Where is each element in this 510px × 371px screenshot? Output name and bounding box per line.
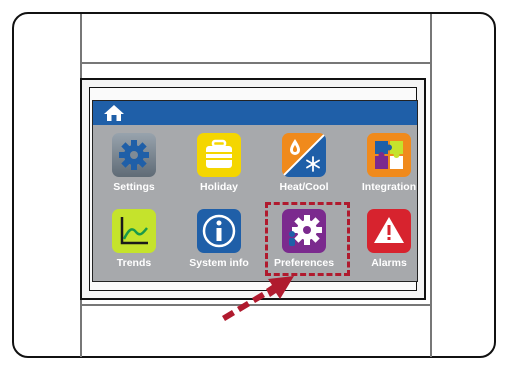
system-info-tile[interactable] xyxy=(197,209,241,253)
preferences-highlight-box xyxy=(265,202,350,276)
puzzle-icon xyxy=(375,141,403,169)
panel-edge-top xyxy=(80,62,432,64)
integration-tile[interactable] xyxy=(367,133,411,177)
top-bar xyxy=(93,101,417,125)
gear-icon xyxy=(119,140,149,170)
trends-tile[interactable] xyxy=(112,209,156,253)
pointer-arrow-icon xyxy=(222,276,294,321)
home-icon[interactable] xyxy=(103,104,125,122)
holiday-label: Holiday xyxy=(200,181,238,193)
alarms-tile[interactable] xyxy=(367,209,411,253)
info-icon xyxy=(202,214,236,248)
alarms-label: Alarms xyxy=(371,257,407,269)
trends-label: Trends xyxy=(116,257,152,269)
panel-edge-right xyxy=(430,14,432,357)
chart-icon xyxy=(120,217,148,245)
warning-icon xyxy=(374,217,404,243)
flame-snowflake-icon xyxy=(282,133,326,177)
heat-cool-tile[interactable] xyxy=(282,133,326,177)
system-info-label: System info xyxy=(189,257,249,269)
integration-label: Integration xyxy=(361,181,417,193)
settings-label: Settings xyxy=(113,181,155,193)
settings-tile[interactable] xyxy=(112,133,156,177)
touch-screen: Settings Holiday Heat/Cool Integration T… xyxy=(92,100,418,282)
suitcase-icon xyxy=(206,139,232,168)
heat-cool-label: Heat/Cool xyxy=(279,181,329,193)
holiday-tile[interactable] xyxy=(197,133,241,177)
